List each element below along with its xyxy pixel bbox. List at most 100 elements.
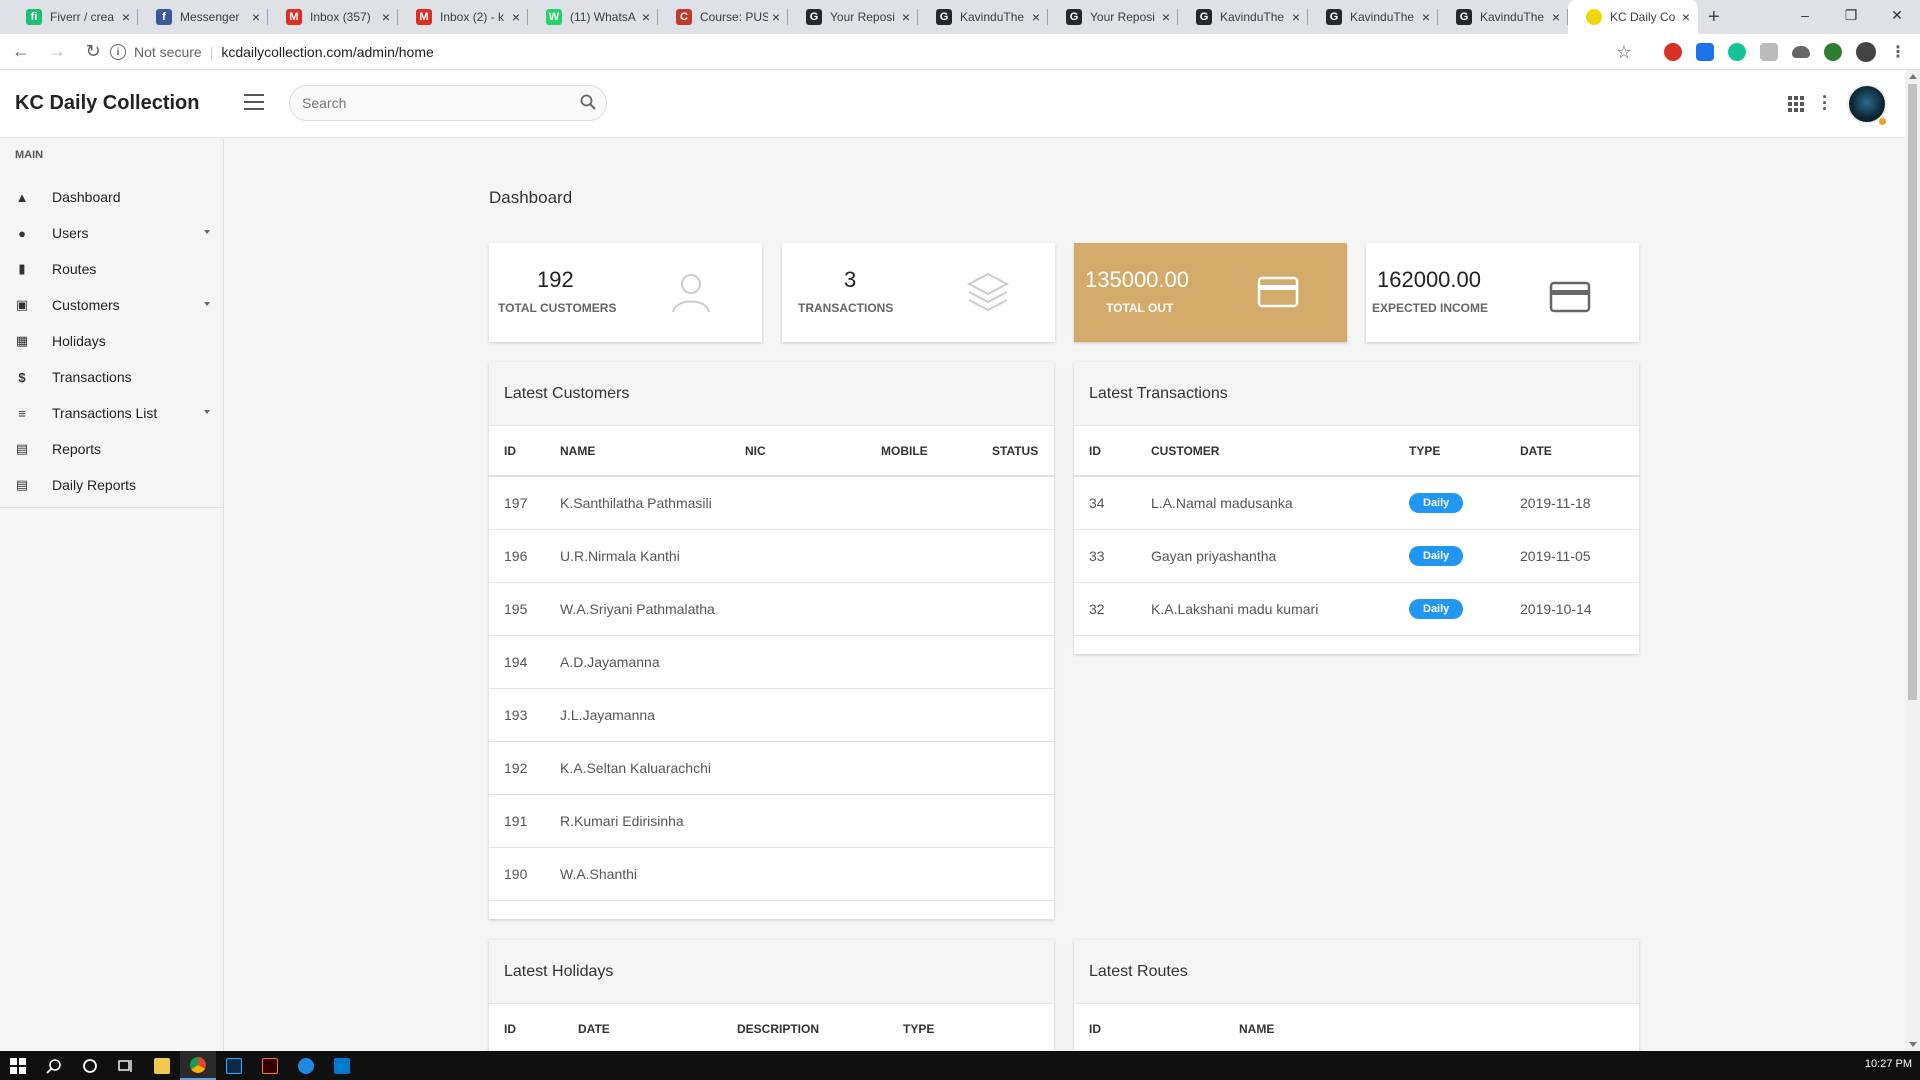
table-row[interactable]: 197 K.Santhilatha Pathmasili	[489, 476, 1054, 530]
cloud-icon[interactable]	[1792, 46, 1810, 58]
new-tab-button[interactable]: +	[1708, 0, 1720, 34]
close-tab-icon[interactable]: ×	[1422, 9, 1430, 25]
close-tab-icon[interactable]: ×	[1162, 9, 1170, 25]
total-out-card[interactable]: 135000.00 TOTAL OUT	[1074, 243, 1347, 342]
column-header[interactable]: DATE	[563, 1004, 722, 1051]
info-icon[interactable]: i	[110, 44, 126, 60]
close-window-button[interactable]: ✕	[1874, 0, 1920, 30]
column-header[interactable]: NIC	[730, 426, 866, 477]
sidebar-item-transactions-list[interactable]: ≡ Transactions List	[0, 395, 224, 431]
adblock-icon[interactable]	[1664, 43, 1682, 61]
extension-icon[interactable]	[1760, 43, 1778, 61]
browser-tab[interactable]: KC Daily Co ×	[1568, 0, 1698, 34]
page-scrollbar[interactable]	[1905, 70, 1920, 1051]
column-header[interactable]: NAME	[1224, 1004, 1639, 1051]
brand-title[interactable]: KC Daily Collection	[15, 92, 199, 115]
more-options-icon[interactable]: · · ·	[1822, 88, 1828, 118]
table-row[interactable]: 34 L.A.Namal madusanka Daily 2019-11-18	[1074, 476, 1639, 530]
sidebar-item-holidays[interactable]: ▦ Holidays	[0, 323, 224, 359]
vscode-icon[interactable]	[324, 1051, 360, 1080]
sidebar-item-users[interactable]: ● Users	[0, 215, 224, 251]
file-explorer-icon[interactable]	[144, 1051, 180, 1080]
chevron-down-icon[interactable]	[204, 230, 210, 234]
column-header[interactable]: MOBILE	[866, 426, 977, 477]
browser-tab[interactable]: G KavinduThe ×	[1308, 0, 1438, 34]
browser-tab[interactable]: G KavinduThe ×	[1438, 0, 1568, 34]
forward-button[interactable]: →	[42, 41, 72, 62]
photoshop-icon[interactable]	[216, 1051, 252, 1080]
omnibox[interactable]: i Not secure | kcdailycollection.com/adm…	[110, 37, 1640, 67]
table-row[interactable]: 32 K.A.Lakshani madu kumari Daily 2019-10-1…	[1074, 582, 1639, 636]
column-header[interactable]: NAME	[545, 426, 730, 477]
column-header[interactable]: ID	[489, 426, 545, 477]
column-header[interactable]: DESCRIPTION	[722, 1004, 888, 1051]
sidebar-item-daily-reports[interactable]: ▤ Daily Reports	[0, 467, 224, 503]
sidebar-item-transactions[interactable]: $ Transactions	[0, 359, 224, 395]
taskbar-clock[interactable]: 10:27 PM	[1865, 1058, 1912, 1070]
browser-tab[interactable]: M Inbox (357) ×	[268, 0, 398, 34]
column-header[interactable]: TYPE	[1394, 426, 1505, 477]
column-header[interactable]: STATUS	[977, 426, 1054, 477]
expected-income-card[interactable]: 162000.00 EXPECTED INCOME	[1366, 243, 1639, 342]
cortana-icon[interactable]	[72, 1051, 108, 1080]
close-tab-icon[interactable]: ×	[252, 9, 260, 25]
table-row[interactable]: 196 U.R.Nirmala Kanthi	[489, 529, 1054, 583]
chevron-down-icon[interactable]	[204, 302, 210, 306]
close-tab-icon[interactable]: ×	[1682, 9, 1690, 25]
column-header[interactable]: ID	[1074, 426, 1136, 477]
scroll-up-arrow-icon[interactable]	[1909, 74, 1917, 79]
search-input[interactable]	[289, 85, 607, 121]
profile-icon[interactable]	[1856, 42, 1876, 62]
browser-tab[interactable]: f Messenger ×	[138, 0, 268, 34]
windows-start-icon[interactable]	[0, 1051, 36, 1080]
table-row[interactable]: 191 R.Kumari Edirisinha	[489, 794, 1054, 848]
browser-tab[interactable]: G KavinduThe ×	[918, 0, 1048, 34]
reload-button[interactable]: ↻	[78, 41, 108, 62]
extension-icon[interactable]	[1696, 43, 1714, 61]
table-row[interactable]: 192 K.A.Seltan Kaluarachchi	[489, 741, 1054, 795]
column-header[interactable]: ID	[489, 1004, 563, 1051]
illustrator-icon[interactable]	[252, 1051, 288, 1080]
table-row[interactable]: 33 Gayan priyashantha Daily 2019-11-05	[1074, 529, 1639, 583]
browser-tab[interactable]: fi Fiverr / crea ×	[8, 0, 138, 34]
column-header[interactable]: CUSTOMER	[1136, 426, 1394, 477]
url-text[interactable]: kcdailycollection.com/admin/home	[221, 44, 433, 60]
chevron-down-icon[interactable]	[204, 410, 210, 414]
browser-tab[interactable]: M Inbox (2) - k ×	[398, 0, 528, 34]
close-tab-icon[interactable]: ×	[1552, 9, 1560, 25]
back-button[interactable]: ←	[6, 41, 36, 62]
column-header[interactable]: TYPE	[888, 1004, 1054, 1051]
close-tab-icon[interactable]: ×	[122, 9, 130, 25]
minimize-button[interactable]: –	[1782, 0, 1828, 30]
table-row[interactable]: 193 J.L.Jayamanna	[489, 688, 1054, 742]
extension-icon[interactable]	[1824, 43, 1842, 61]
table-row[interactable]: 195 W.A.Sriyani Pathmalatha	[489, 582, 1054, 636]
scrollbar-thumb[interactable]	[1908, 84, 1917, 700]
edge-icon[interactable]	[288, 1051, 324, 1080]
total-customers-card[interactable]: 192 TOTAL CUSTOMERS	[489, 243, 762, 342]
sidebar-item-customers[interactable]: ▣ Customers	[0, 287, 224, 323]
hamburger-menu-icon[interactable]	[244, 94, 264, 110]
search-icon[interactable]	[36, 1051, 72, 1080]
search-icon[interactable]	[580, 94, 596, 110]
close-tab-icon[interactable]: ×	[1292, 9, 1300, 25]
bookmark-star-icon[interactable]: ☆	[1616, 42, 1632, 63]
chrome-icon[interactable]	[180, 1051, 216, 1080]
browser-tab[interactable]: G KavinduThe ×	[1178, 0, 1308, 34]
sidebar-item-dashboard[interactable]: ▲ Dashboard	[0, 179, 224, 215]
browser-menu-icon[interactable]: ⋮	[1890, 42, 1906, 62]
grammarly-icon[interactable]	[1728, 43, 1746, 61]
restore-button[interactable]: ❐	[1828, 0, 1874, 30]
browser-tab[interactable]: C Course: PUS ×	[658, 0, 788, 34]
task-view-icon[interactable]	[108, 1051, 144, 1080]
close-tab-icon[interactable]: ×	[382, 9, 390, 25]
close-tab-icon[interactable]: ×	[642, 9, 650, 25]
scroll-down-arrow-icon[interactable]	[1909, 1042, 1917, 1047]
table-row[interactable]: 190 W.A.Shanthi	[489, 847, 1054, 901]
column-header[interactable]: ID	[1074, 1004, 1224, 1051]
apps-grid-icon[interactable]	[1788, 96, 1804, 112]
column-header[interactable]: DATE	[1505, 426, 1639, 477]
transactions-card[interactable]: 3 TRANSACTIONS	[782, 243, 1055, 342]
browser-tab[interactable]: G Your Reposi ×	[1048, 0, 1178, 34]
close-tab-icon[interactable]: ×	[512, 9, 520, 25]
